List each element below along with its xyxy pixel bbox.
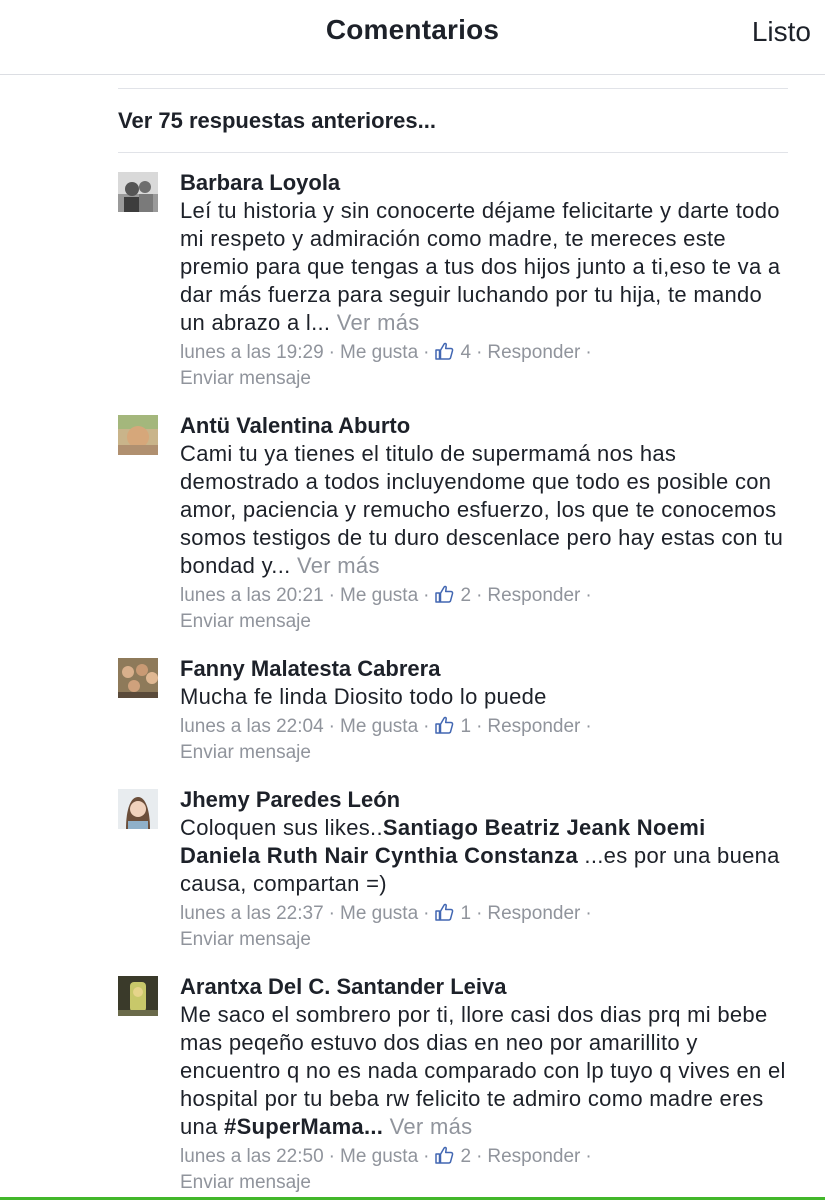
comment-meta: lunes a las 19:29 · Me gusta · 4 · Responder · E… <box>180 340 788 392</box>
separator-dot: · <box>585 903 592 924</box>
comment-item: Jhemy Paredes León Coloquen sus likes..S… <box>118 786 788 953</box>
comments-list: Ver 75 respuestas anteriores... Barbara … <box>118 88 788 1196</box>
comment-time[interactable]: lunes a las 19:29 <box>180 340 324 366</box>
hashtag-link[interactable]: #SuperMama... <box>224 1114 383 1139</box>
like-link[interactable]: Me gusta <box>340 901 418 927</box>
comment-text: Leí tu historia y sin conocerte déjame f… <box>180 197 788 337</box>
like-count[interactable]: 2 <box>434 583 471 609</box>
like-link[interactable]: Me gusta <box>340 1144 418 1170</box>
comment-text-body: Leí tu historia y sin conocerte déjame f… <box>180 198 781 335</box>
separator-dot: · <box>423 585 430 606</box>
comment-meta: lunes a las 22:37 · Me gusta · 1 · Responder · E… <box>180 901 788 953</box>
separator-dot: · <box>476 903 483 924</box>
comment-item: Fanny Malatesta Cabrera Mucha fe linda D… <box>118 655 788 766</box>
thumbs-up-icon <box>435 716 454 734</box>
like-count-value: 4 <box>460 342 472 363</box>
like-count[interactable]: 1 <box>434 901 471 927</box>
reply-link[interactable]: Responder <box>487 714 580 740</box>
comment-item: Arantxa Del C. Santander Leiva Me saco e… <box>118 973 788 1196</box>
avatar-photo-icon <box>118 172 158 212</box>
comment-text-body: Cami tu ya tienes el titulo de supermamá… <box>180 441 784 578</box>
separator-dot: · <box>476 716 483 737</box>
comment-author[interactable]: Barbara Loyola <box>180 169 788 197</box>
see-more-link[interactable]: Ver más <box>297 553 380 578</box>
separator-dot: · <box>423 716 430 737</box>
like-count-value: 1 <box>460 716 472 737</box>
comment-time[interactable]: lunes a las 22:04 <box>180 714 324 740</box>
like-link[interactable]: Me gusta <box>340 340 418 366</box>
page-title: Comentarios <box>325 14 500 45</box>
avatar[interactable] <box>118 789 158 829</box>
comment-text: Cami tu ya tienes el titulo de supermamá… <box>180 440 788 580</box>
comment-item: Barbara Loyola Leí tu historia y sin con… <box>118 169 788 392</box>
separator-dot: · <box>328 716 335 737</box>
separator-dot: · <box>476 585 483 606</box>
reply-link[interactable]: Responder <box>487 583 580 609</box>
avatar[interactable] <box>118 172 158 212</box>
avatar-photo-icon <box>118 789 158 829</box>
separator-dot: · <box>585 716 592 737</box>
comment-text-body: Coloquen sus likes.. <box>180 815 383 840</box>
like-count[interactable]: 4 <box>434 340 471 366</box>
like-count-value: 2 <box>460 585 472 606</box>
comment-text: Mucha fe linda Diosito todo lo puede <box>180 684 547 709</box>
avatar-photo-icon <box>118 415 158 455</box>
like-count[interactable]: 1 <box>434 714 471 740</box>
reply-link[interactable]: Responder <box>487 901 580 927</box>
comment-meta: lunes a las 22:04 · Me gusta · 1 · Responder · E… <box>180 714 788 766</box>
separator-dot: · <box>328 342 335 363</box>
separator-dot: · <box>585 585 592 606</box>
separator-dot: · <box>328 1146 335 1167</box>
comment-text: Me saco el sombrero por ti, llore casi d… <box>180 1001 788 1141</box>
separator-dot: · <box>476 1146 483 1167</box>
previous-replies-link[interactable]: Ver 75 respuestas anteriores... <box>118 89 788 152</box>
separator-dot: · <box>423 1146 430 1167</box>
separator-dot: · <box>423 903 430 924</box>
send-message-link[interactable]: Enviar mensaje <box>180 366 311 392</box>
thumbs-up-icon <box>435 903 454 921</box>
send-message-link[interactable]: Enviar mensaje <box>180 740 311 766</box>
comment-time[interactable]: lunes a las 20:21 <box>180 583 324 609</box>
like-count[interactable]: 2 <box>434 1144 471 1170</box>
reply-link[interactable]: Responder <box>487 340 580 366</box>
separator-dot: · <box>423 342 430 363</box>
like-link[interactable]: Me gusta <box>340 583 418 609</box>
avatar-photo-icon <box>118 976 158 1016</box>
comment-meta: lunes a las 20:21 · Me gusta · 2 · Responder · E… <box>180 583 788 635</box>
separator-dot: · <box>585 342 592 363</box>
like-link[interactable]: Me gusta <box>340 714 418 740</box>
thumbs-up-icon <box>435 1146 454 1164</box>
reply-link[interactable]: Responder <box>487 1144 580 1170</box>
divider <box>118 152 788 153</box>
comment-time[interactable]: lunes a las 22:50 <box>180 1144 324 1170</box>
see-more-link[interactable]: Ver más <box>337 310 420 335</box>
like-count-value: 2 <box>460 1146 472 1167</box>
done-button[interactable]: Listo <box>752 16 811 48</box>
like-count-value: 1 <box>460 903 472 924</box>
comment-text: Coloquen sus likes..Santiago Beatriz Jea… <box>180 814 788 898</box>
see-more-link[interactable]: Ver más <box>390 1114 473 1139</box>
separator-dot: · <box>476 342 483 363</box>
send-message-link[interactable]: Enviar mensaje <box>180 927 311 953</box>
separator-dot: · <box>328 585 335 606</box>
avatar[interactable] <box>118 976 158 1016</box>
thumbs-up-icon <box>435 585 454 603</box>
separator-dot: · <box>328 903 335 924</box>
comment-author[interactable]: Fanny Malatesta Cabrera <box>180 655 788 683</box>
comment-time[interactable]: lunes a las 22:37 <box>180 901 324 927</box>
comment-meta: lunes a las 22:50 · Me gusta · 2 · Responder · E… <box>180 1144 788 1196</box>
comment-author[interactable]: Jhemy Paredes León <box>180 786 788 814</box>
avatar-photo-icon <box>118 658 158 698</box>
comments-header: Comentarios Listo <box>0 0 825 75</box>
separator-dot: · <box>585 1146 592 1167</box>
send-message-link[interactable]: Enviar mensaje <box>180 1170 311 1196</box>
comment-item: Antü Valentina Aburto Cami tu ya tienes … <box>118 412 788 635</box>
avatar[interactable] <box>118 658 158 698</box>
comment-author[interactable]: Antü Valentina Aburto <box>180 412 788 440</box>
avatar[interactable] <box>118 415 158 455</box>
thumbs-up-icon <box>435 342 454 360</box>
send-message-link[interactable]: Enviar mensaje <box>180 609 311 635</box>
comment-author[interactable]: Arantxa Del C. Santander Leiva <box>180 973 788 1001</box>
